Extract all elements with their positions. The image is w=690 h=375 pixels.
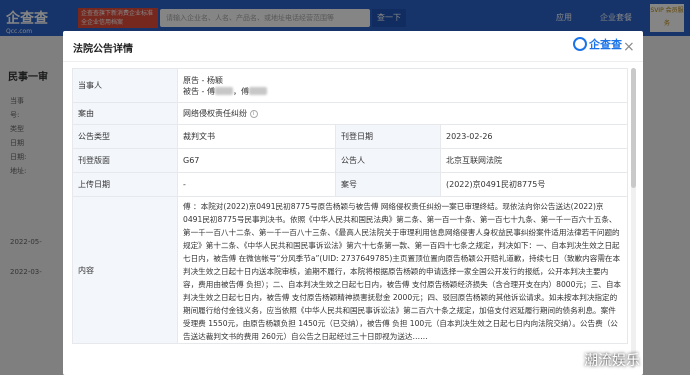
plaintiff[interactable]: 原告 - 杨颖 xyxy=(183,75,622,86)
announcer-value: 北京互联网法院 xyxy=(439,148,629,173)
party-value: 原告 - 杨颖 被告 - 傅，傅 xyxy=(176,68,629,103)
label-announcer: 公告人 xyxy=(335,148,441,173)
upload-value: - xyxy=(177,172,336,197)
label-date: 刊登日期 xyxy=(335,124,441,149)
page-value: G67 xyxy=(177,148,336,173)
info-icon[interactable]: i xyxy=(249,109,258,118)
label-cause: 案由 xyxy=(72,102,178,125)
detail-table: 当事人 原告 - 杨颖 被告 - 傅，傅 案由 网络侵权责任纠纷 i 公告类型 … xyxy=(72,68,629,344)
date-value: 2023-02-26 xyxy=(439,124,629,149)
row-page: 刊登版面 G67 公告人 北京互联网法院 xyxy=(72,148,629,173)
label-content: 内容 xyxy=(72,196,178,344)
row-cause: 案由 网络侵权责任纠纷 i xyxy=(72,102,629,125)
modal-title: 法院公告详情 xyxy=(73,44,133,55)
scrollbar-thumb[interactable] xyxy=(631,68,636,188)
type-value: 裁判文书 xyxy=(177,124,336,149)
divider xyxy=(63,61,643,62)
cause-value: 网络侵权责任纠纷 i xyxy=(176,102,629,125)
label-case: 案号 xyxy=(335,172,441,197)
label-party: 当事人 xyxy=(72,68,178,103)
row-type: 公告类型 裁判文书 刊登日期 2023-02-26 xyxy=(72,124,629,149)
label-upload: 上传日期 xyxy=(72,172,178,197)
court-notice-modal: 法院公告详情 企查查 × 当事人 原告 - 杨颖 被告 - 傅，傅 案由 网络侵… xyxy=(63,31,643,375)
row-party: 当事人 原告 - 杨颖 被告 - 傅，傅 xyxy=(72,68,629,103)
content-cell: 傅 ：本院对(2022)京0491民初8775号原告杨颖与被告傅 网络侵权责任纠… xyxy=(176,196,629,344)
defendants: 被告 - 傅，傅 xyxy=(183,86,622,97)
content-text: 傅 ：本院对(2022)京0491民初8775号原告杨颖与被告傅 网络侵权责任纠… xyxy=(183,202,622,340)
scrollbar[interactable] xyxy=(631,68,636,368)
case-number-link[interactable]: (2022)京0491民初8775号 xyxy=(439,172,629,197)
label-type: 公告类型 xyxy=(72,124,178,149)
watermark: 潮流娱乐 xyxy=(584,353,640,369)
row-content: 内容 傅 ：本院对(2022)京0491民初8775号原告杨颖与被告傅 网络侵权… xyxy=(72,196,629,344)
label-page: 刊登版面 xyxy=(72,148,178,173)
row-upload: 上传日期 - 案号 (2022)京0491民初8775号 xyxy=(72,172,629,197)
brand-logo: 企查查 xyxy=(573,36,622,52)
brand-icon xyxy=(573,37,587,51)
close-icon[interactable]: × xyxy=(623,39,635,55)
